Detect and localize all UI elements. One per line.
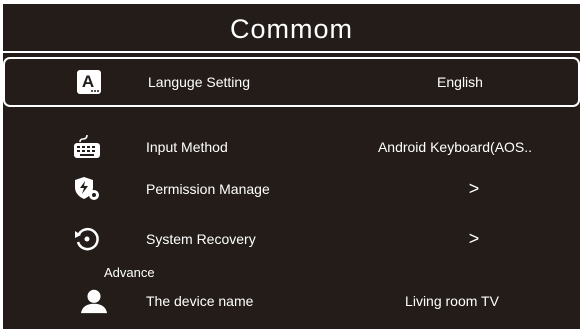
permission-manage-row[interactable]: Permission Manage > [3,164,580,214]
chevron-right-icon: > [468,178,480,199]
language-value: English [437,74,483,90]
page-title: Commom [229,14,353,44]
user-icon [80,287,108,315]
system-recovery-row[interactable]: System Recovery > [3,214,580,264]
device-name-label: The device name [146,293,254,309]
system-recovery-label: System Recovery [146,231,256,247]
language-icon: A [75,68,103,96]
recovery-icon [73,225,101,253]
permission-shield-icon [73,175,101,203]
device-name-row[interactable]: The device name Living room TV [3,276,580,326]
input-method-label: Input Method [146,139,228,155]
language-setting-label: Languge Setting [148,74,250,90]
settings-screen: Commom A Languge Setting English Input M… [3,4,580,329]
language-setting-row[interactable]: A Languge Setting English [3,57,580,107]
chevron-right-icon: > [468,228,480,249]
input-method-value: Android Keyboard(AOS.. [377,139,533,155]
keyboard-icon [73,133,101,161]
device-name-value: Living room TV [405,293,499,309]
title-divider [3,51,580,53]
permission-manage-label: Permission Manage [146,181,270,197]
svg-text:A: A [82,72,94,91]
